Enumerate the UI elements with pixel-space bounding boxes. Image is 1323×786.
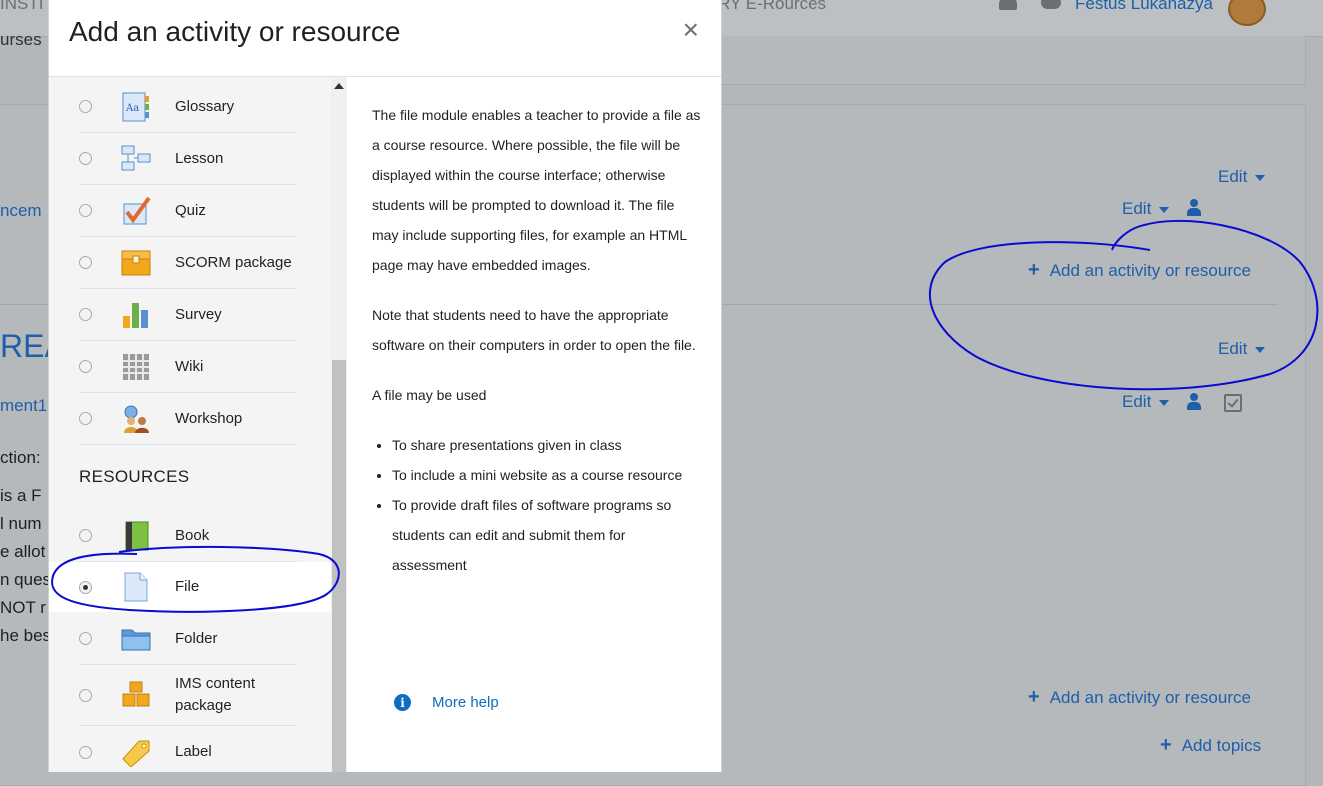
option-wiki[interactable]: Wiki [79,341,297,393]
module-help-panel: The file module enables a teacher to pro… [372,100,702,600]
option-label: Folder [175,629,218,647]
module-options-list[interactable]: Aa Glossary Lesson Quiz SCORM package Su… [49,77,347,772]
add-activity-modal: Add an activity or resource × Aa Glossar… [48,0,722,772]
user-menu-name[interactable]: Festus Lukanazya [1075,0,1213,14]
radio-glossary[interactable] [79,100,92,113]
help-use-item: To provide draft files of software progr… [392,490,702,580]
option-label: Survey [175,305,222,323]
option-label-resource[interactable]: Label [79,727,297,772]
help-use-item: To share presentations given in class [392,430,702,460]
scroll-up-arrow-icon[interactable] [334,83,344,89]
radio-ims-content-package[interactable] [79,688,92,702]
notification-bell-icon[interactable] [999,0,1017,10]
option-label: Workshop [175,409,243,427]
help-paragraph-3: A file may be used [372,387,487,403]
radio-survey[interactable] [79,308,92,321]
option-label: Wiki [175,357,204,375]
option-glossary[interactable]: Aa Glossary [79,81,297,133]
quiz-icon [121,196,151,226]
assignment-groups-icon[interactable] [1187,393,1201,411]
course-header-card [700,36,1306,85]
navbar-site-name-fragment: INSTI [0,0,44,13]
description-line-7: he bes [0,626,52,645]
option-folder[interactable]: Folder [79,613,297,665]
add-activity-link-section-0[interactable]: + Add an activity or resource [1028,259,1251,282]
option-lesson[interactable]: Lesson [79,133,297,185]
help-paragraph-1: The file module enables a teacher to pro… [372,107,701,273]
option-survey[interactable]: Survey [79,289,297,341]
description-line-1: ction: [0,448,41,467]
radio-folder[interactable] [79,632,92,645]
help-use-item: To include a mini website as a course re… [392,460,702,490]
glossary-icon: Aa [121,92,151,122]
radio-label[interactable] [79,745,92,759]
option-workshop[interactable]: Workshop [79,393,297,445]
option-scorm-package[interactable]: SCORM package [79,237,297,289]
description-line-2: is a F [0,486,42,505]
wiki-icon [121,352,151,382]
radio-wiki[interactable] [79,360,92,373]
radio-quiz[interactable] [79,204,92,217]
option-label: Lesson [175,149,224,167]
section-edit-menu[interactable]: Edit [1218,167,1266,187]
more-help-label: More help [432,694,499,711]
assignment-edit-menu[interactable]: Edit [1122,392,1170,412]
more-help-link[interactable]: i More help [394,694,499,711]
activity-edit-menu[interactable]: Edit [1122,199,1170,219]
lesson-icon [121,144,151,174]
option-ims-content-package[interactable]: IMS content package [79,665,297,726]
label-icon [121,737,151,767]
radio-workshop[interactable] [79,412,92,425]
section-1-edit-menu[interactable]: Edit [1218,339,1266,359]
resources-heading: RESOURCES [79,467,190,486]
annotation-circle-file-option [51,545,340,613]
description-line-3: l num [0,514,42,533]
radio-lesson[interactable] [79,152,92,165]
announcements-link-fragment[interactable]: ncem [0,201,42,221]
add-topics-link[interactable]: + Add topics [1160,734,1261,757]
add-activity-link-section-1[interactable]: + Add an activity or resource [1028,686,1251,709]
close-icon[interactable]: × [683,14,699,46]
option-label: SCORM package [175,253,292,271]
options-scrollbar[interactable] [331,77,347,772]
help-use-list: To share presentations given in class To… [372,430,702,580]
help-paragraph-2: Note that students need to have the appr… [372,307,696,353]
workshop-icon [121,404,151,434]
messages-icon[interactable] [1041,0,1061,9]
description-line-5: n ques [0,570,52,589]
svg-text:Aa: Aa [125,103,139,114]
option-label: IMS content package [175,675,256,714]
description-line-6: NOT r [0,598,46,617]
modal-header: Add an activity or resource × [49,0,721,77]
ims-package-icon [121,680,151,710]
survey-icon [121,300,151,330]
folder-icon [121,624,151,654]
assignment-link-fragment[interactable]: ment1 [0,396,47,416]
option-label: Glossary [175,97,235,115]
navbar-menu-fragment: RY E-Rources [718,0,827,13]
info-icon: i [394,694,411,711]
scorm-package-icon [121,248,151,278]
description-line-4: e allot [0,542,46,561]
option-quiz[interactable]: Quiz [79,185,297,237]
breadcrumb-fragment[interactable]: urses [0,30,42,50]
modal-title: Add an activity or resource [69,16,401,47]
user-groups-icon[interactable] [1187,199,1201,217]
completion-checkbox-icon[interactable] [1224,394,1242,412]
radio-scorm-package[interactable] [79,256,92,269]
option-label: Quiz [175,201,206,219]
option-label: Label [175,743,212,760]
